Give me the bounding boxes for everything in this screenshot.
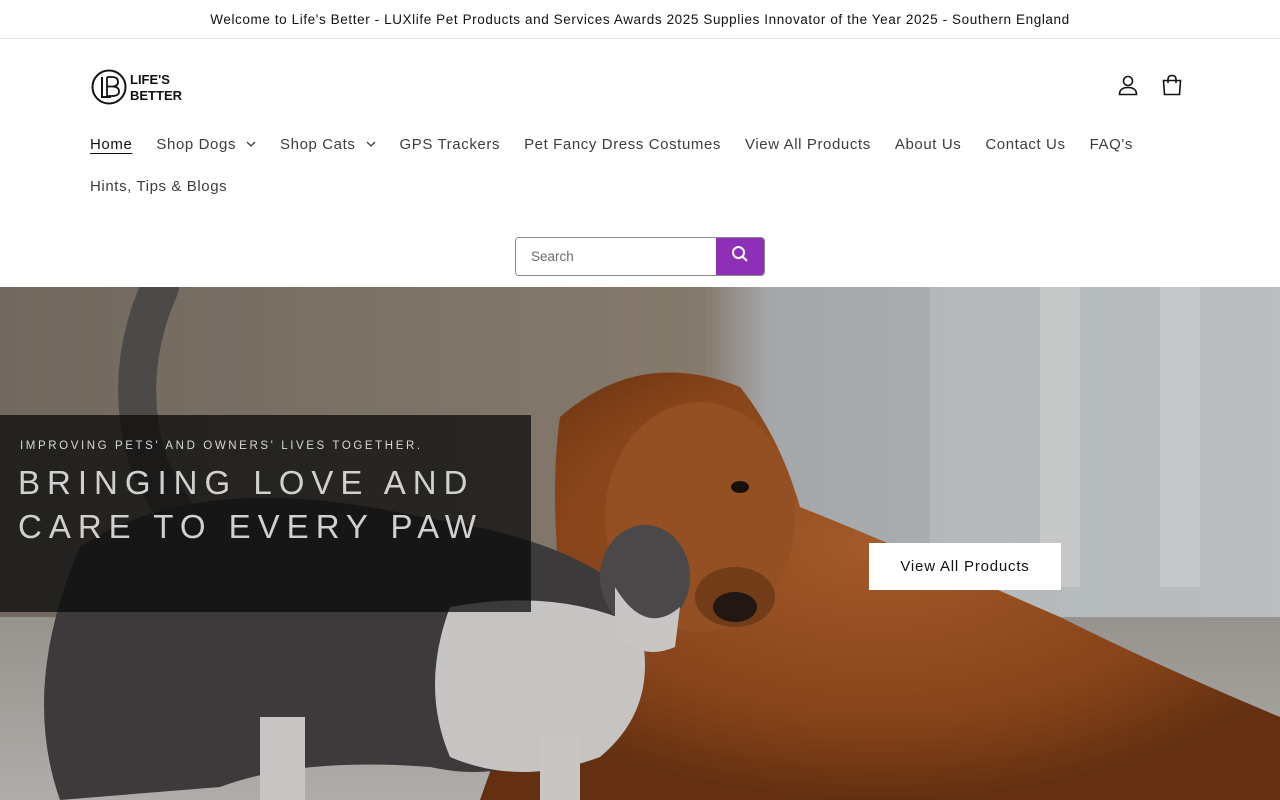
nav-item-faqs[interactable]: FAQ's [1090,136,1133,153]
nav-item-label: Hints, Tips & Blogs [90,177,228,195]
nav-item-shop-cats[interactable]: Shop Cats [280,136,375,153]
announcement-text: Welcome to Life's Better - LUXlife Pet P… [210,11,1070,27]
search-icon [731,245,749,268]
chevron-down-icon [366,141,376,147]
nav-item-label: Contact Us [985,135,1066,153]
nav-item-view-all-products[interactable]: View All Products [745,136,871,153]
nav-item-label: GPS Trackers [399,135,501,153]
hero-headline: BRINGING LOVE AND CARE TO EVERY PAW [18,461,483,549]
nav-item-home[interactable]: Home [90,136,132,153]
nav-item-label: View All Products [745,135,871,153]
nav-row-primary: Home Shop Dogs Shop Cats GPS Trackers Pe… [90,127,1190,161]
hero-kicker: IMPROVING PETS' AND OWNERS' LIVES TOGETH… [20,440,423,452]
nav-item-contact-us[interactable]: Contact Us [985,136,1065,153]
nav-item-label: FAQ's [1089,135,1133,153]
nav-item-gps-trackers[interactable]: GPS Trackers [400,136,501,153]
search-button[interactable] [716,238,764,275]
cart-icon[interactable] [1159,72,1185,98]
logo-line1: LIFE'S [130,72,170,87]
nav-item-label: Home [90,135,133,153]
hero-headline-line1: BRINGING LOVE AND [18,464,475,501]
chevron-down-icon [246,141,256,147]
nav-item-label: Shop Dogs [156,135,237,153]
view-all-products-button[interactable]: View All Products [869,543,1061,590]
hero-headline-line2: CARE TO EVERY PAW [18,508,484,545]
main-navigation: Home Shop Dogs Shop Cats GPS Trackers Pe… [90,127,1190,203]
search-input[interactable] [516,238,716,275]
nav-item-hints-tips-blogs[interactable]: Hints, Tips & Blogs [90,178,227,195]
site-header: LIFE'S BETTER Home Shop Dogs Shop Cats G… [0,39,1280,287]
nav-item-about-us[interactable]: About Us [895,136,962,153]
nav-item-label: Shop Cats [280,135,356,153]
site-logo[interactable]: LIFE'S BETTER [90,67,192,107]
account-icon[interactable] [1115,72,1141,98]
nav-item-label: About Us [894,135,962,153]
logo-line2: BETTER [130,88,183,103]
announcement-bar: Welcome to Life's Better - LUXlife Pet P… [0,0,1280,39]
hero-text-panel: IMPROVING PETS' AND OWNERS' LIVES TOGETH… [0,415,531,612]
nav-row-secondary: Hints, Tips & Blogs [90,169,1190,203]
search-bar [515,237,765,276]
nav-item-shop-dogs[interactable]: Shop Dogs [156,136,256,153]
nav-item-label: Pet Fancy Dress Costumes [524,135,722,153]
nav-item-pet-fancy-dress[interactable]: Pet Fancy Dress Costumes [524,136,721,153]
hero-banner: IMPROVING PETS' AND OWNERS' LIVES TOGETH… [0,287,1280,800]
